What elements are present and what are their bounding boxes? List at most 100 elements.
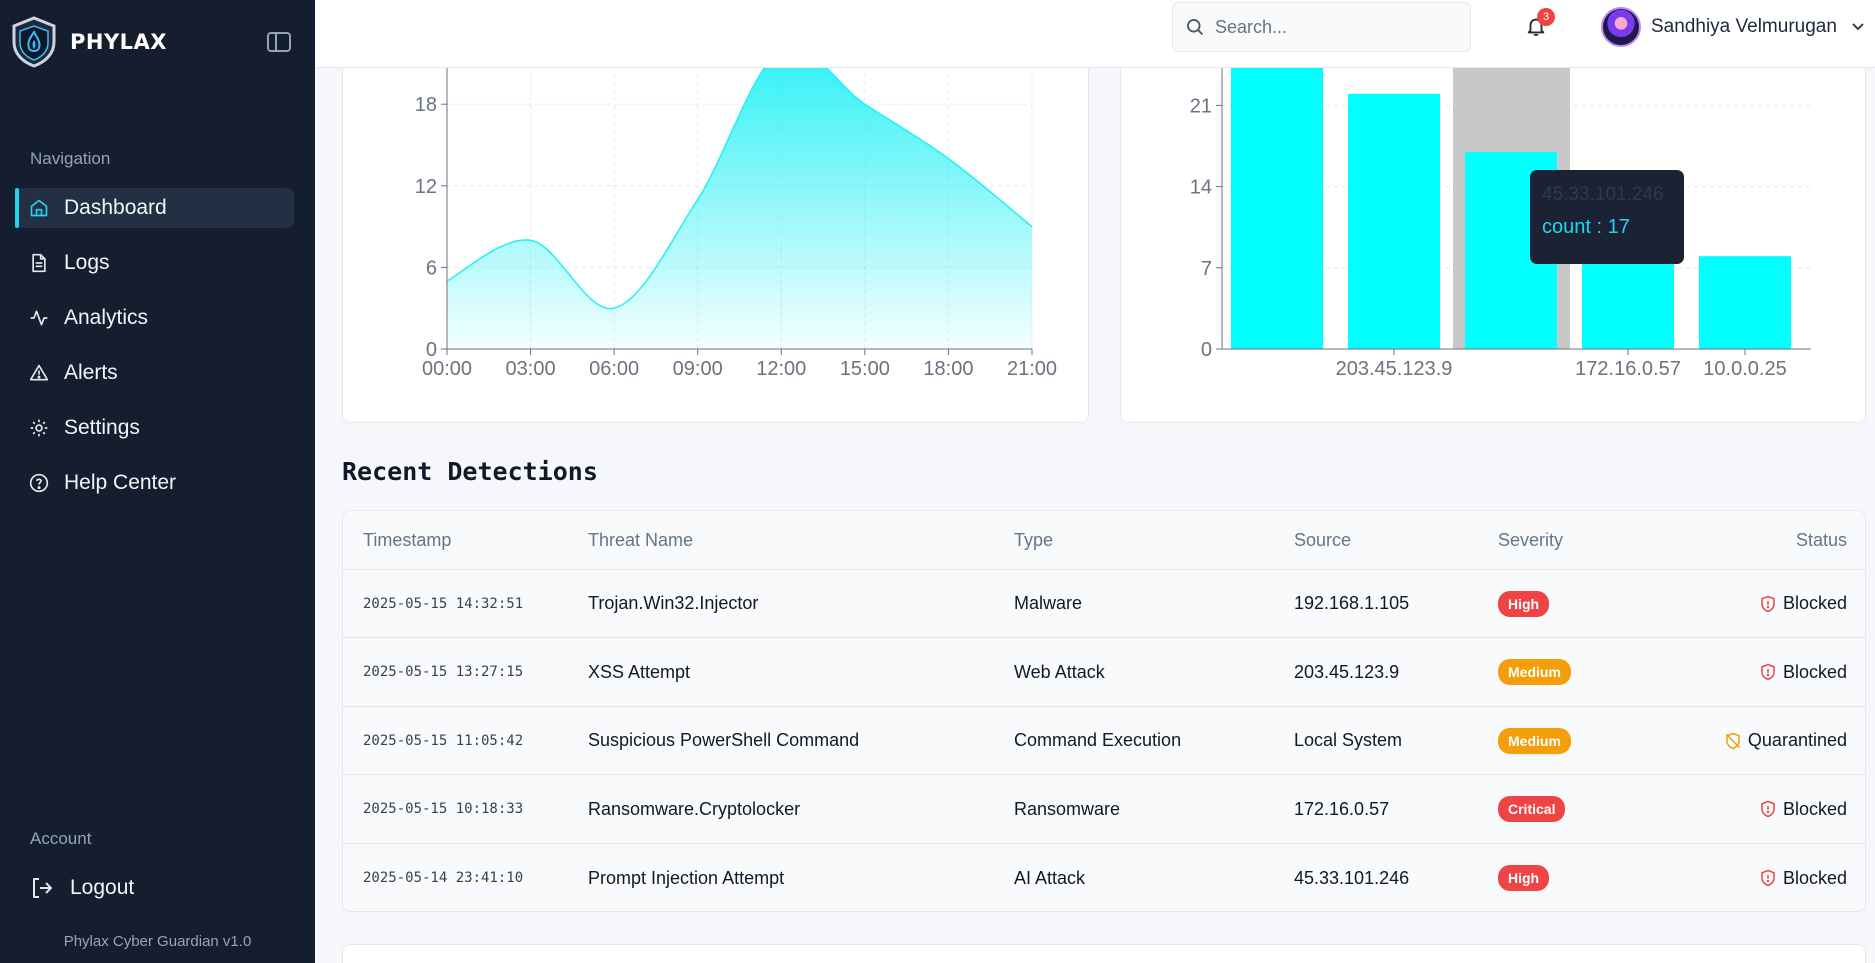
- bar: [1231, 47, 1323, 350]
- y-tick-label: 6: [426, 257, 437, 279]
- x-tick-label: 21:00: [1007, 358, 1057, 380]
- search-box[interactable]: [1172, 2, 1471, 52]
- status-cell: Blocked: [1759, 776, 1847, 843]
- column-header[interactable]: Type: [1014, 511, 1053, 569]
- sidebar-item-alerts[interactable]: Alerts: [15, 353, 294, 393]
- sidebar-item-label: Logs: [64, 251, 110, 274]
- sidebar-item-help-center[interactable]: Help Center: [15, 463, 294, 503]
- sidebar-item-label: Dashboard: [64, 196, 167, 219]
- source-cell: 172.16.0.57: [1294, 798, 1390, 819]
- status-cell: Quarantined: [1724, 707, 1847, 774]
- chart-tooltip: 45.33.101.246 count : 17: [1530, 170, 1684, 264]
- sidebar-item-analytics[interactable]: Analytics: [15, 298, 294, 338]
- bar: [1582, 256, 1674, 349]
- table-row[interactable]: 2025-05-14 23:41:10 Prompt Injection Atte…: [343, 844, 1865, 911]
- type-cell: Malware: [1014, 593, 1083, 613]
- alert-triangle-icon: [29, 364, 49, 381]
- severity-badge: Medium: [1498, 659, 1571, 685]
- threat-name-cell: Ransomware.Cryptolocker: [588, 798, 801, 819]
- status-label: Quarantined: [1747, 730, 1847, 750]
- activity-icon: [30, 310, 48, 326]
- status-label: Blocked: [1782, 661, 1847, 682]
- user-name: Sandhiya Velmurugan: [1651, 16, 1837, 37]
- gear-icon: [30, 419, 48, 437]
- severity-cell: High: [1498, 570, 1550, 637]
- shield-alert-icon: [1761, 869, 1775, 887]
- y-tick-label: 14: [1190, 177, 1212, 199]
- severity-cell: Medium: [1498, 639, 1571, 706]
- logout-icon: [33, 878, 52, 898]
- column-header[interactable]: Timestamp: [363, 511, 451, 569]
- next-card: [342, 944, 1866, 963]
- source-cell: 192.168.1.105: [1294, 593, 1410, 613]
- x-tick-label: 18:00: [923, 358, 973, 380]
- sidebar-item-label: Settings: [64, 416, 140, 439]
- status-label: Blocked: [1782, 593, 1847, 613]
- type-cell: Command Execution: [1014, 730, 1182, 750]
- severity-badge: Critical: [1498, 796, 1566, 822]
- x-tick-label: 172.16.0.57: [1575, 358, 1681, 380]
- status-cell: Blocked: [1759, 844, 1847, 911]
- shield-alert-icon: [1761, 663, 1775, 681]
- logout-label: Logout: [70, 876, 135, 899]
- x-tick-label: 06:00: [589, 358, 639, 380]
- status-label: Blocked: [1782, 798, 1847, 819]
- sidebar-item-label: Alerts: [64, 361, 118, 384]
- severity-cell: Medium: [1498, 707, 1571, 774]
- table-row[interactable]: 2025-05-15 11:05:42 Suspicious PowerShell…: [343, 707, 1865, 775]
- avatar: [1601, 7, 1641, 47]
- column-header[interactable]: Status: [1796, 511, 1847, 569]
- area-fill: [447, 46, 1032, 350]
- help-circle-icon: [29, 473, 49, 493]
- x-tick-label: 03:00: [506, 358, 556, 380]
- sidebar-toggle-icon[interactable]: [266, 30, 292, 54]
- y-tick-label: 7: [1201, 258, 1212, 280]
- file-text-icon: [32, 253, 46, 273]
- table-row[interactable]: 2025-05-15 10:18:33 Ransomware.Cryptolock…: [343, 776, 1865, 844]
- sidebar-item-logs[interactable]: Logs: [15, 243, 294, 283]
- source-cell: 45.33.101.246: [1294, 867, 1410, 888]
- x-tick-label: 203.45.123.9: [1336, 358, 1453, 380]
- timestamp-cell: 2025-05-14 23:41:10: [363, 870, 524, 886]
- source-cell: 203.45.123.9: [1294, 661, 1400, 682]
- area-series: [446, 46, 1033, 350]
- tooltip-label: 45.33.101.246: [1542, 184, 1664, 205]
- search-icon: [1187, 19, 1204, 36]
- severity-badge: High: [1498, 865, 1550, 891]
- shield-logo-icon: [12, 16, 56, 68]
- notification-badge: 3: [1537, 8, 1555, 26]
- column-header[interactable]: Severity: [1498, 511, 1563, 569]
- threat-name-cell: Trojan.Win32.Injector: [588, 593, 759, 613]
- severity-cell: Critical: [1498, 776, 1566, 843]
- column-header[interactable]: Source: [1294, 511, 1351, 569]
- x-tick-label: 10.0.0.25: [1703, 358, 1786, 380]
- column-header[interactable]: Threat Name: [588, 511, 693, 569]
- x-tick-label: 15:00: [840, 358, 890, 380]
- top-header: 3 Sandhiya Velmurugan: [315, 0, 1875, 68]
- y-tick-label: 0: [1201, 339, 1212, 361]
- shield-alert-icon: [1761, 800, 1775, 818]
- type-cell: Web Attack: [1014, 661, 1105, 682]
- threat-name-cell: Prompt Injection Attempt: [588, 867, 785, 888]
- logout-button[interactable]: Logout: [30, 873, 134, 903]
- severity-badge: Medium: [1498, 727, 1571, 754]
- y-tick-label: 21: [1190, 95, 1212, 117]
- sidebar-item-settings[interactable]: Settings: [15, 408, 294, 448]
- brand-name: PHYLAX: [70, 30, 167, 54]
- threat-name-cell: Suspicious PowerShell Command: [588, 730, 860, 750]
- y-tick-label: 12: [415, 176, 437, 198]
- bar: [1699, 256, 1791, 349]
- status-cell: Blocked: [1759, 570, 1847, 637]
- x-tick-label: 12:00: [756, 358, 806, 380]
- table-row[interactable]: 2025-05-15 14:32:51 Trojan.Win32.Injector…: [343, 570, 1865, 638]
- search-input[interactable]: [1215, 16, 1455, 38]
- x-tick-label: 00:00: [422, 358, 472, 380]
- brand[interactable]: PHYLAX: [10, 16, 167, 68]
- threat-name-cell: XSS Attempt: [588, 661, 691, 682]
- detections-table: Timestamp Threat Name Type Source Severi…: [342, 510, 1866, 912]
- account-heading: Account: [30, 829, 92, 848]
- table-row[interactable]: 2025-05-15 13:27:15 XSS Attempt Web Attack…: [343, 639, 1865, 707]
- sidebar-item-dashboard[interactable]: Dashboard: [15, 188, 294, 228]
- chevron-down-icon: [1852, 23, 1864, 31]
- user-menu[interactable]: Sandhiya Velmurugan: [1601, 6, 1865, 48]
